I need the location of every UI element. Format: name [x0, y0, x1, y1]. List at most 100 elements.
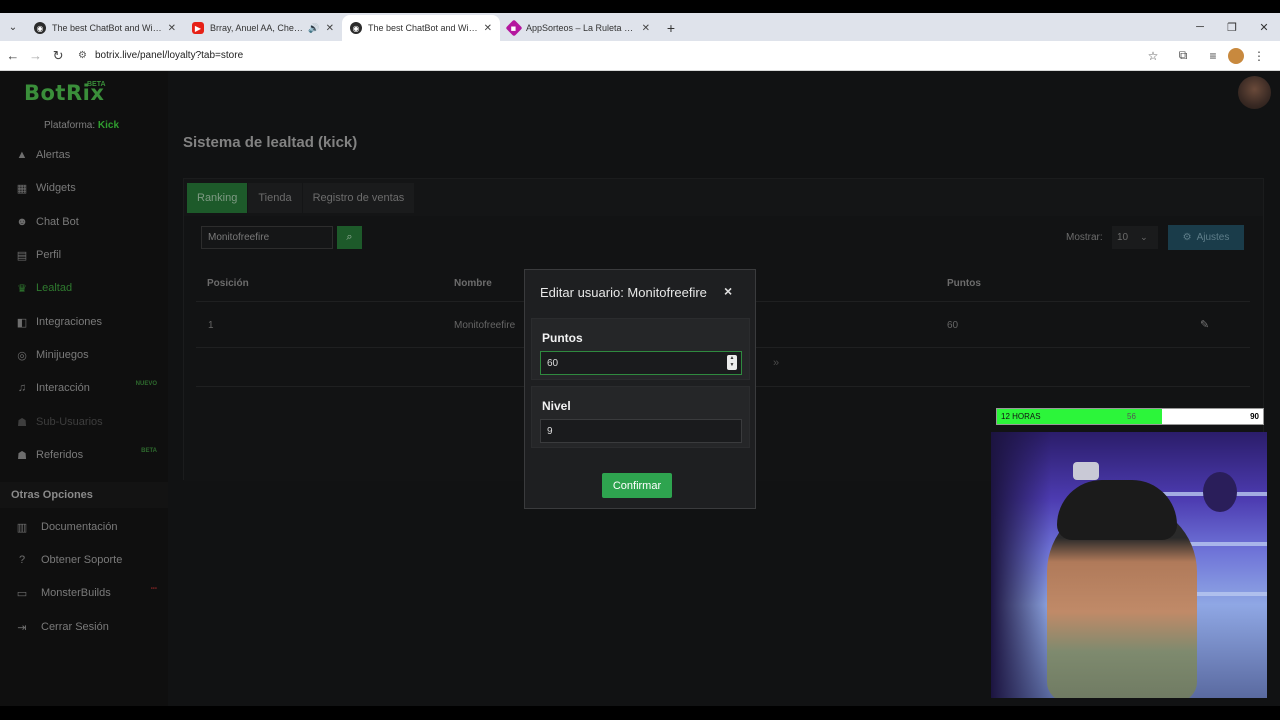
- new-tab-icon[interactable]: +: [658, 15, 684, 41]
- menu-kebab-icon[interactable]: ⋮: [1244, 44, 1274, 68]
- site-settings-icon[interactable]: ⚙: [78, 50, 87, 61]
- platform-indicator: Plataforma: Kick: [44, 120, 119, 131]
- timer-label: 12 HORAS: [1001, 412, 1041, 421]
- timer-current: 56: [1127, 412, 1136, 421]
- edit-user-modal: Editar usuario: Monitofreefire × Puntos …: [524, 269, 756, 509]
- play-button-plaque: [1073, 462, 1099, 480]
- edit-pencil-icon[interactable]: ✎: [1200, 318, 1209, 331]
- number-spinner-icon[interactable]: ▲ ▼: [727, 355, 737, 370]
- platform-value: Kick: [97, 120, 120, 131]
- sidebar-item-widgets[interactable]: ▦ Widgets: [0, 173, 168, 203]
- search-button[interactable]: ⌕: [337, 226, 362, 249]
- sidebar-item-label: Alertas: [36, 149, 71, 161]
- tab-ranking[interactable]: Ranking: [187, 183, 248, 213]
- question-icon: ?: [18, 554, 26, 566]
- close-icon[interactable]: ×: [724, 283, 732, 299]
- level-input[interactable]: 9: [540, 419, 742, 443]
- forward-arrow-icon[interactable]: →: [26, 44, 46, 68]
- page-size-value: 10: [1117, 232, 1129, 243]
- speaker-icon[interactable]: 🔊: [308, 23, 319, 34]
- sidebar-item-soporte[interactable]: ? Obtener Soporte: [0, 545, 168, 575]
- sidebar-item-label: Chat Bot: [36, 216, 79, 228]
- tab-search-chevron-icon[interactable]: ⌄: [0, 13, 26, 41]
- show-label: Mostrar:: [1066, 232, 1103, 243]
- tab-registro-ventas[interactable]: Registro de ventas: [302, 183, 415, 213]
- sidebar-item-alertas[interactable]: ▲ Alertas: [0, 140, 168, 170]
- logout-icon: ⇥: [17, 621, 27, 634]
- level-value: 9: [547, 425, 553, 437]
- sidebar-item-minijuegos[interactable]: ◎ Minijuegos: [0, 340, 168, 370]
- sidebar-item-referidos[interactable]: ☗ Referidos BETA: [0, 440, 168, 470]
- robot-icon: ☻: [16, 216, 28, 228]
- browser-tab[interactable]: ▶ Brray, Anuel AA, Chencho C 🔊 ✕: [184, 15, 342, 41]
- minimize-icon[interactable]: ─: [1184, 13, 1216, 41]
- tab-close-icon[interactable]: ✕: [168, 23, 176, 34]
- column-header-name: Nombre: [454, 278, 492, 289]
- sidebar-item-perfil[interactable]: ▤ Perfil: [0, 240, 168, 270]
- points-field-group: Puntos 60 ▲ ▼: [531, 318, 750, 380]
- points-input[interactable]: 60 ▲ ▼: [540, 351, 742, 375]
- confirm-button[interactable]: Confirmar: [602, 473, 672, 498]
- search-icon: ⌕: [346, 231, 353, 243]
- sidebar-item-label: MonsterBuilds: [41, 587, 111, 599]
- streamer-hair: [1057, 480, 1177, 540]
- sidebar-item-lealtad[interactable]: ♛ Lealtad: [0, 273, 168, 303]
- page-size-select[interactable]: 10 ⌄: [1112, 226, 1158, 249]
- restore-icon[interactable]: ❐: [1216, 13, 1248, 41]
- user-search-input[interactable]: Monitofreefire: [201, 226, 333, 249]
- bookmark-star-icon[interactable]: ☆: [1138, 44, 1168, 68]
- browser-tab-active[interactable]: ◉ The best ChatBot and Widgets ✕: [342, 15, 500, 41]
- sidebar: BotRix BETA Plataforma: Kick ▲ Alertas ▦…: [0, 71, 168, 706]
- beta-badge: BETA: [141, 448, 157, 454]
- address-bar[interactable]: ⚙ botrix.live/panel/loyalty?tab=store: [78, 45, 1138, 67]
- tab-title: AppSorteos – La Ruleta de la S: [526, 23, 636, 33]
- logo-beta-badge: BETA: [87, 81, 106, 88]
- tab-close-icon[interactable]: ✕: [642, 23, 650, 34]
- sidebar-item-label: Perfil: [36, 249, 62, 261]
- page-title: Sistema de lealtad (kick): [183, 134, 358, 151]
- video-letterbox-top: [0, 0, 1280, 13]
- tab-close-icon[interactable]: ✕: [326, 23, 334, 34]
- media-controls-icon[interactable]: ≡: [1198, 44, 1228, 68]
- sidebar-item-interaccion[interactable]: ♫ Interacción NUEVO: [0, 373, 168, 403]
- id-card-icon: ▤: [16, 249, 28, 262]
- tab-title: Brray, Anuel AA, Chencho C: [210, 23, 304, 33]
- platform-label: Plataforma:: [44, 120, 96, 131]
- profile-avatar-icon[interactable]: [1228, 47, 1245, 64]
- level-field-group: Nivel 9: [531, 386, 750, 448]
- extensions-icon[interactable]: ⧉: [1168, 44, 1198, 68]
- back-arrow-icon[interactable]: ←: [3, 44, 23, 68]
- sidebar-item-sub-usuarios[interactable]: ☗ Sub-Usuarios: [0, 407, 168, 437]
- points-label: Puntos: [542, 331, 583, 345]
- modal-title: Editar usuario: Monitofreefire: [540, 285, 707, 300]
- tab-tienda[interactable]: Tienda: [248, 183, 302, 213]
- youtube-favicon-icon: ▶: [192, 22, 204, 34]
- sidebar-item-documentacion[interactable]: ▥ Documentación: [0, 512, 168, 542]
- tab-favicon-icon: ◉: [34, 22, 46, 34]
- webcam-overlay: [991, 432, 1267, 698]
- browser-tab[interactable]: ◆ AppSorteos – La Ruleta de la S ✕: [500, 15, 658, 41]
- sidebar-item-chat-bot[interactable]: ☻ Chat Bot: [0, 207, 168, 237]
- browser-tab[interactable]: ◉ The best ChatBot and Widgets ✕: [26, 15, 184, 41]
- browser-tabstrip: ⌄ ◉ The best ChatBot and Widgets ✕ ▶ Brr…: [0, 13, 1280, 41]
- close-window-icon[interactable]: ✕: [1248, 13, 1280, 41]
- grid-icon: ▦: [16, 182, 28, 195]
- sidebar-item-integraciones[interactable]: ◧ Integraciones: [0, 307, 168, 337]
- level-label: Nivel: [542, 399, 571, 413]
- sidebar-item-cerrar-sesion[interactable]: ⇥ Cerrar Sesión: [0, 612, 168, 642]
- url-text: botrix.live/panel/loyalty?tab=store: [94, 50, 244, 61]
- settings-button[interactable]: ⚙ Ajustes: [1168, 225, 1244, 250]
- shadow-decoration: [991, 432, 1051, 698]
- sidebar-item-label: Cerrar Sesión: [41, 621, 109, 633]
- monitor-icon: ▭: [16, 587, 28, 600]
- sidebar-item-label: Minijuegos: [36, 349, 89, 361]
- reload-icon[interactable]: ↻: [48, 44, 68, 68]
- pagination-next[interactable]: »: [773, 357, 779, 369]
- sidebar-item-monsterbuilds[interactable]: ▭ MonsterBuilds •••: [0, 578, 168, 608]
- tab-close-icon[interactable]: ✕: [484, 23, 492, 34]
- sidebar-item-label: Interacción: [36, 382, 90, 394]
- users-icon: ☗: [17, 416, 27, 429]
- loyalty-tabs: Ranking Tienda Registro de ventas: [187, 183, 415, 213]
- user-avatar[interactable]: [1238, 76, 1271, 109]
- hot-badge: •••: [150, 586, 157, 592]
